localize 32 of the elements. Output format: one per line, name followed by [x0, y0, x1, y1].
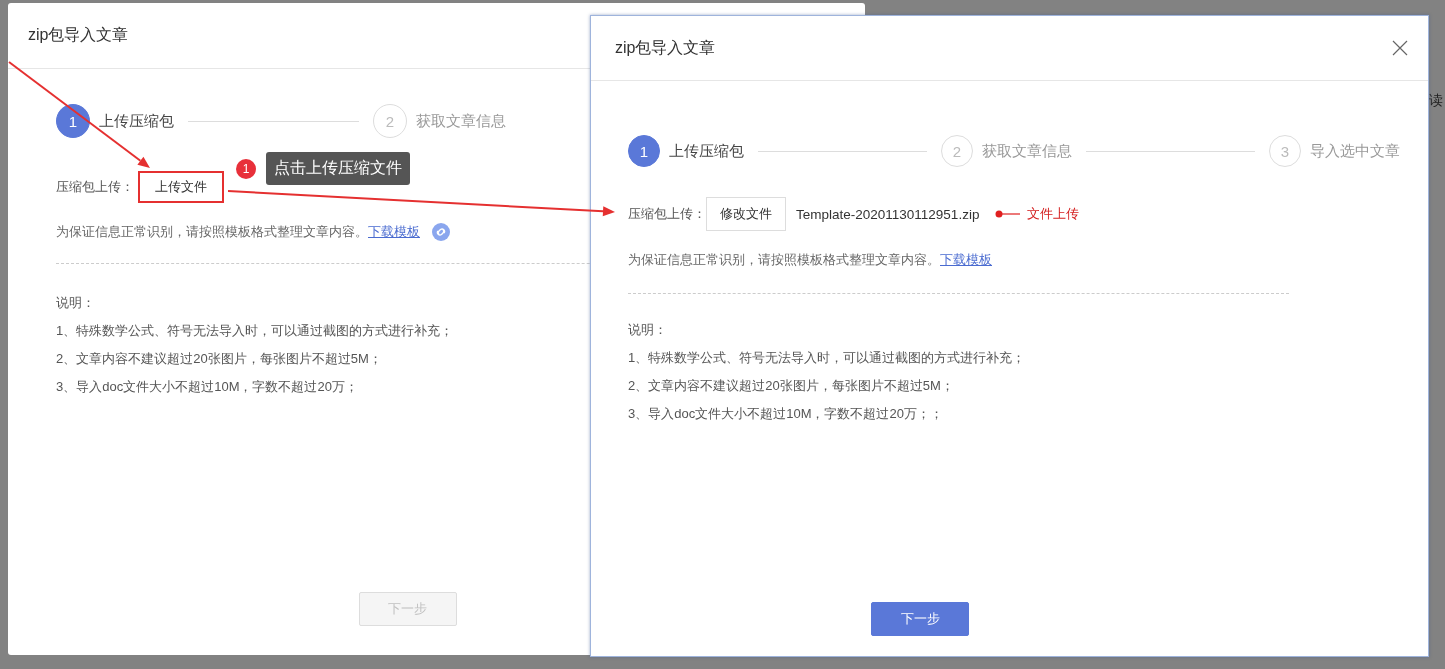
next-button[interactable]: 下一步	[871, 602, 969, 636]
download-link[interactable]: 下载模板	[940, 251, 992, 269]
tooltip: 点击上传压缩文件	[266, 152, 410, 185]
notes-heading: 说明：	[56, 294, 95, 312]
notes-heading: 说明：	[628, 321, 667, 339]
note-text: 2、文章内容不建议超过20张图片，每张图片不超过5M；	[628, 377, 954, 395]
step-number: 1	[56, 104, 90, 138]
file-name: Template-20201130112951.zip	[796, 206, 980, 222]
upload-label: 压缩包上传：	[56, 177, 134, 196]
close-icon[interactable]	[1392, 40, 1408, 56]
note-text: 1、特殊数学公式、符号无法导入时，可以通过截图的方式进行补充；	[56, 322, 454, 340]
step-label: 上传压缩包	[669, 141, 744, 161]
step-number: 1	[628, 135, 660, 167]
dialog-title: zip包导入文章	[28, 25, 129, 45]
note-text: 2、文章内容不建议超过20张图片，每张图片不超过5M；	[56, 350, 382, 368]
upload-button[interactable]: 修改文件	[706, 197, 786, 231]
step-label: 获取文章信息	[982, 141, 1072, 161]
hint-text: 为保证信息正常识别，请按照模板格式整理文章内容。	[56, 223, 368, 241]
leader-line	[995, 210, 1022, 218]
step-label: 上传压缩包	[99, 111, 174, 131]
hint-text: 为保证信息正常识别，请按照模板格式整理文章内容。	[628, 251, 940, 269]
backdrop-text: 读	[1429, 92, 1443, 110]
note-text: 1、特殊数学公式、符号无法导入时，可以通过截图的方式进行补充；	[628, 349, 1026, 367]
download-link[interactable]: 下载模板	[368, 223, 420, 241]
dialog-title: zip包导入文章	[615, 37, 716, 58]
step-badge: 1	[236, 158, 256, 179]
annotation-text: 文件上传	[1027, 205, 1080, 223]
step-label: 导入选中文章	[1310, 141, 1400, 161]
step-label: 获取文章信息	[416, 111, 506, 131]
note-text: 3、导入doc文件大小不超过10M，字数不超过20万；；	[628, 405, 943, 423]
upload-label: 压缩包上传：	[628, 205, 706, 223]
note-text: 3、导入doc文件大小不超过10M，字数不超过20万；	[56, 378, 358, 396]
